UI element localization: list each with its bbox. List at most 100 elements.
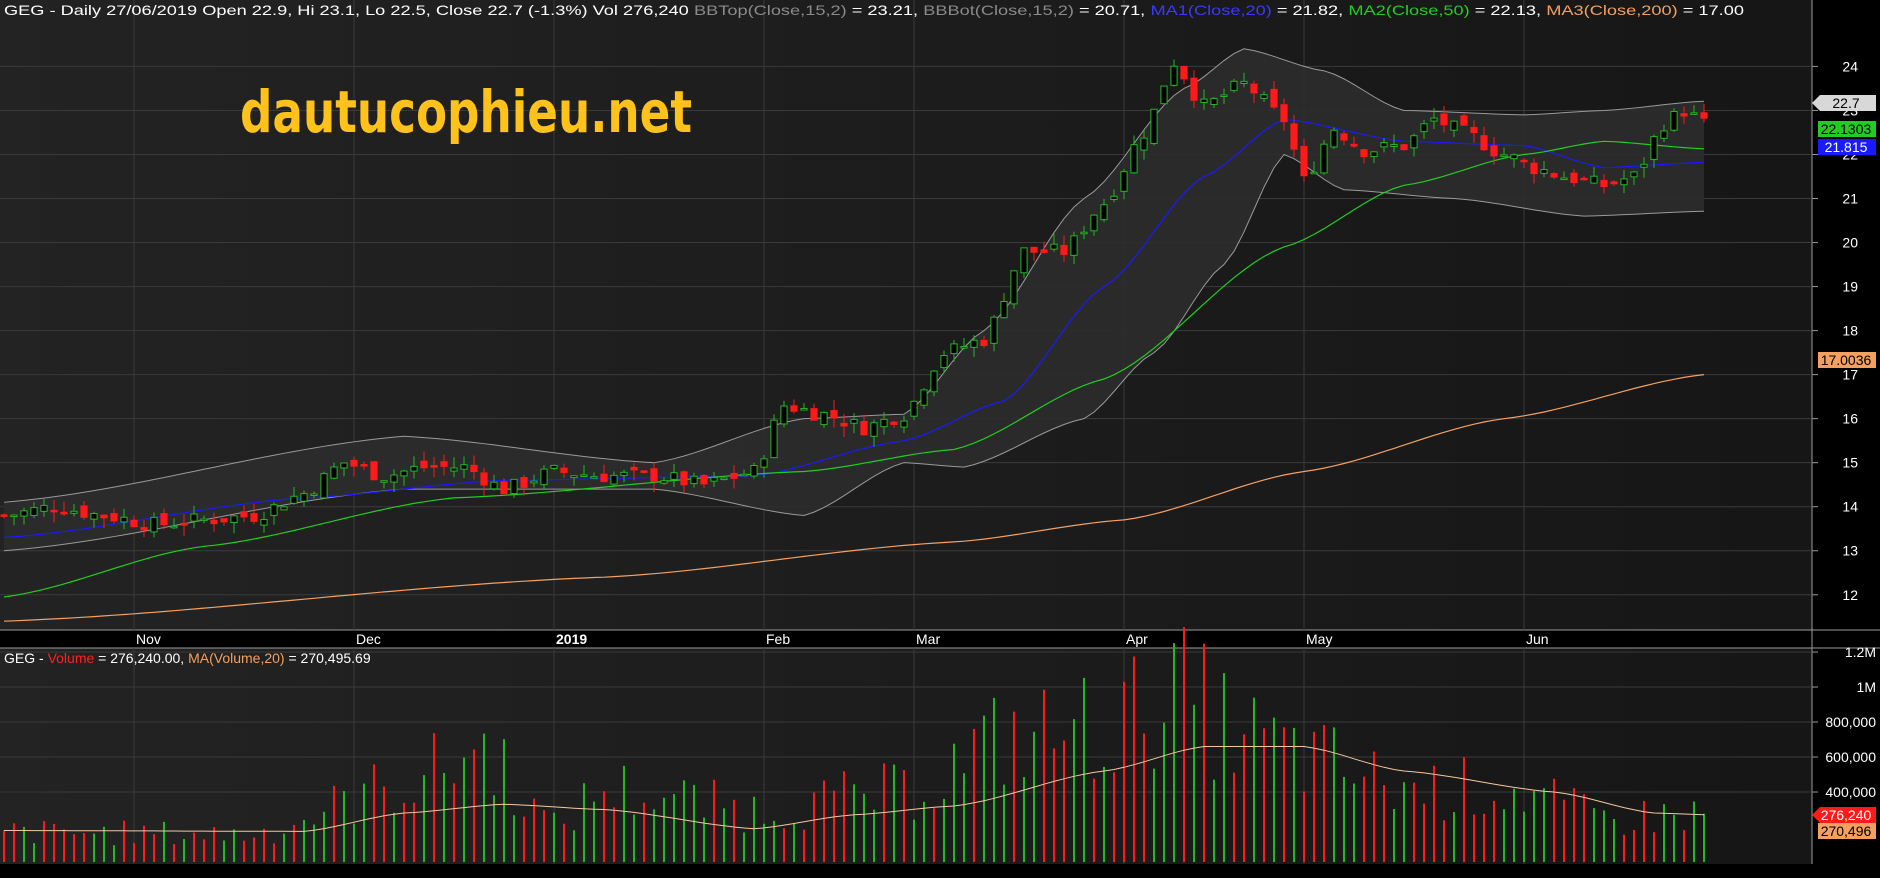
candle-body <box>810 408 818 421</box>
candle-body <box>920 389 928 406</box>
candle-body <box>640 470 648 473</box>
month-label: 2019 <box>556 631 587 647</box>
candle-body <box>1390 144 1398 148</box>
candle-body <box>1680 113 1688 117</box>
candle-body <box>980 339 988 346</box>
volume-tick-label: 400,000 <box>1825 784 1876 800</box>
candle-body <box>960 346 968 349</box>
candle-body <box>580 474 588 477</box>
candle-body <box>1030 246 1038 253</box>
volume-header: GEG - Volume = 276,240.00, MA(Volume,20)… <box>4 650 371 666</box>
candle-body <box>290 495 298 504</box>
candle-body <box>1300 145 1308 177</box>
candle-body <box>700 475 708 485</box>
candle-body <box>600 473 608 483</box>
candle-body <box>1650 136 1658 161</box>
candle-body <box>350 459 358 467</box>
candle-body <box>530 480 538 484</box>
candle-body <box>1280 104 1288 123</box>
candle-body <box>740 473 748 477</box>
candle-body <box>1400 144 1408 151</box>
candle-body <box>790 405 798 412</box>
candle-body <box>1550 173 1558 178</box>
volume-tick-label: 600,000 <box>1825 749 1876 765</box>
candle-body <box>1070 235 1078 256</box>
candle-body <box>880 418 888 428</box>
candle-body <box>550 464 558 469</box>
volume-ma-value-tag: 270,496 <box>1818 823 1876 839</box>
volume-ma-value-tag-text: 270,496 <box>1821 823 1872 839</box>
chart-window: 12131415161718192021222324NovDec2019FebM… <box>0 0 1880 878</box>
candle-body <box>1240 80 1248 85</box>
price-tick-label: 15 <box>1842 455 1858 471</box>
candle-body <box>360 464 368 467</box>
candle-body <box>480 472 488 486</box>
ma3-value-tag-text: 17.0036 <box>1821 352 1872 368</box>
month-label: Jun <box>1526 631 1549 647</box>
candle-body <box>1480 135 1488 151</box>
candle-body <box>1590 175 1598 184</box>
candle-body <box>1090 214 1098 232</box>
candle-body <box>1460 115 1468 126</box>
candle-body <box>380 480 388 483</box>
header-bbtop-label: BBTop(Close,15,2) <box>694 2 847 18</box>
candle-body <box>680 471 688 486</box>
volume-header-value: = 276,240.00, <box>94 650 188 666</box>
candle-body <box>1330 129 1338 148</box>
candle-body <box>280 506 288 511</box>
month-label: Apr <box>1126 631 1148 647</box>
candle-body <box>140 527 148 531</box>
header-ma2-value: = 22.13, <box>1470 2 1541 18</box>
candle-body <box>420 460 428 469</box>
price-tick-label: 20 <box>1842 235 1858 251</box>
candle-body <box>860 421 868 436</box>
candle-body <box>190 513 198 522</box>
candle-body <box>1340 133 1348 141</box>
candle-body <box>120 516 128 523</box>
candle-body <box>90 512 98 520</box>
candle-body <box>250 513 258 522</box>
header-bbbot-value: = 20.71, <box>1074 2 1145 18</box>
candle-body <box>1290 123 1298 150</box>
candle-body <box>400 470 408 477</box>
volume-header-symbol: GEG <box>4 650 35 666</box>
header-ma2-label: MA2(Close,50) <box>1348 2 1469 18</box>
candle-body <box>1540 168 1548 174</box>
candle-body <box>730 472 738 479</box>
candle-body <box>850 418 858 424</box>
candle-body <box>1530 162 1538 175</box>
close-value-tag-text: 22.7 <box>1832 95 1859 111</box>
price-tick-label: 18 <box>1842 323 1858 339</box>
candle-body <box>800 408 808 411</box>
candle-body <box>240 511 248 518</box>
candle-body <box>1040 249 1048 253</box>
site-watermark: dautucophieu.net <box>240 78 692 146</box>
candle-body <box>1350 143 1358 147</box>
candle-body <box>780 405 788 425</box>
header-ma3-value: = 17.00 <box>1678 2 1745 18</box>
candle-body <box>200 518 208 522</box>
candle-body <box>650 468 658 483</box>
candle-body <box>220 518 228 523</box>
header-ma3-label: MA3(Close,200) <box>1546 2 1677 18</box>
candle-body <box>1150 108 1158 145</box>
candle-body <box>210 519 218 525</box>
candle-body <box>1520 159 1528 163</box>
header-symbol: GEG <box>4 2 44 18</box>
candle-body <box>940 355 948 369</box>
ma2-value-tag: 22.1303 <box>1818 121 1876 137</box>
candle-body <box>1640 163 1648 168</box>
candle-body <box>1690 112 1698 115</box>
candle-body <box>410 465 418 472</box>
candle-body <box>1560 177 1568 181</box>
candle-body <box>630 466 638 471</box>
candle-body <box>430 464 438 468</box>
candle-body <box>40 504 48 512</box>
candle-body <box>450 467 458 472</box>
price-tick-label: 13 <box>1842 543 1858 559</box>
candle-body <box>1380 142 1388 148</box>
chart-canvas[interactable]: 12131415161718192021222324NovDec2019FebM… <box>0 0 1880 878</box>
candle-body <box>870 422 878 437</box>
header-bbbot-label: BBBot(Close,15,2) <box>923 2 1074 18</box>
candle-body <box>1320 143 1328 174</box>
